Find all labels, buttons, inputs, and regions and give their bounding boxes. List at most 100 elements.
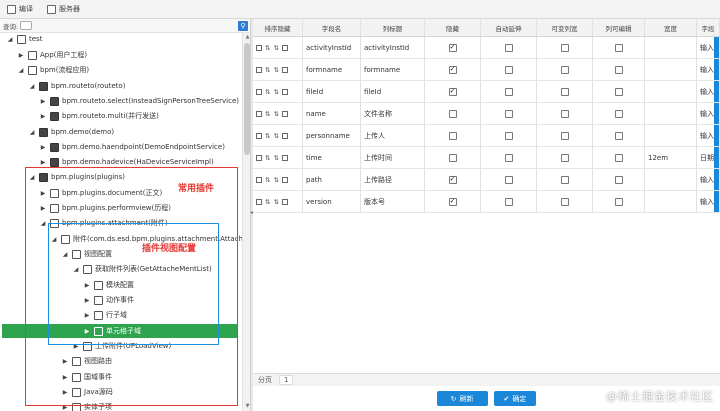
cell-auto-checkbox[interactable]	[481, 59, 537, 80]
checkbox-unchecked[interactable]	[614, 153, 623, 162]
cell-resize-checkbox[interactable]	[537, 147, 593, 168]
checkbox-checked[interactable]: ✓	[448, 87, 457, 96]
tree-node[interactable]: ▶ 实体子项	[0, 400, 112, 411]
cell-width[interactable]: 12em	[645, 147, 697, 168]
cell-field[interactable]: activityInstId	[303, 37, 361, 58]
checkbox-unchecked[interactable]	[560, 65, 569, 74]
caret-right-icon[interactable]: ▶	[39, 112, 47, 120]
move-down-icon[interactable]: ⇅	[273, 88, 278, 96]
checkbox-unchecked[interactable]	[614, 197, 623, 206]
cell-width[interactable]	[645, 191, 697, 212]
tree-node[interactable]: ▶ bpm.routeto.select(InsteadSignPersonTre…	[0, 94, 239, 108]
dropdown-icon[interactable]	[714, 191, 719, 212]
scroll-down-icon[interactable]: ▼	[244, 403, 250, 410]
cell-title[interactable]: 上传人	[361, 125, 425, 146]
row-hide-checkbox[interactable]	[281, 176, 288, 183]
cell-type-select[interactable]: 日期	[697, 147, 720, 168]
cell-resize-checkbox[interactable]	[537, 37, 593, 58]
tree-node[interactable]: ◢ 附件(com.ds.esd.bpm.plugins.attachment.At…	[0, 232, 250, 246]
move-down-icon[interactable]: ⇅	[273, 44, 278, 52]
cell-edit-checkbox[interactable]	[593, 169, 645, 190]
cell-width[interactable]	[645, 125, 697, 146]
checkbox-unchecked[interactable]	[560, 87, 569, 96]
cell-auto-checkbox[interactable]	[481, 37, 537, 58]
move-up-icon[interactable]: ⇅	[265, 110, 270, 118]
cell-edit-checkbox[interactable]	[593, 81, 645, 102]
col-header-width[interactable]: 宽度	[645, 19, 697, 36]
tree-node[interactable]: ◢ bpm(流程应用)	[0, 63, 89, 77]
server-button[interactable]: 服务器	[44, 2, 83, 16]
move-down-icon[interactable]: ⇅	[273, 132, 278, 140]
dropdown-icon[interactable]	[714, 59, 719, 80]
checkbox-unchecked[interactable]	[614, 109, 623, 118]
caret-right-icon[interactable]: ▶	[61, 403, 69, 411]
cell-type-select[interactable]: 输入	[697, 59, 720, 80]
caret-down-icon[interactable]: ◢	[17, 66, 25, 74]
cell-resize-checkbox[interactable]	[537, 191, 593, 212]
caret-right-icon[interactable]: ▶	[39, 158, 47, 166]
dropdown-icon[interactable]	[714, 169, 719, 190]
cell-field[interactable]: version	[303, 191, 361, 212]
checkbox-unchecked[interactable]	[504, 153, 513, 162]
caret-down-icon[interactable]: ◢	[61, 250, 69, 258]
page-number[interactable]: 1	[279, 375, 294, 385]
caret-right-icon[interactable]: ▶	[72, 342, 80, 350]
cell-hidden-checkbox[interactable]	[425, 103, 481, 124]
tree-node[interactable]: ◢ 视图配置	[0, 247, 112, 261]
checkbox-unchecked[interactable]	[560, 131, 569, 140]
cell-edit-checkbox[interactable]	[593, 125, 645, 146]
col-header-title[interactable]: 列标题	[361, 19, 425, 36]
grid-row[interactable]: ⇅ ⇅ personname 上传人 输入	[253, 125, 720, 147]
refresh-button[interactable]: ↻ 刷新	[436, 391, 488, 406]
move-up-icon[interactable]: ⇅	[265, 132, 270, 140]
row-sort-tools[interactable]: ⇅ ⇅	[253, 191, 303, 212]
caret-right-icon[interactable]: ▶	[83, 311, 91, 319]
confirm-button[interactable]: ✔ 确定	[493, 391, 537, 406]
cell-type-select[interactable]: 输入	[697, 125, 720, 146]
caret-down-icon[interactable]: ◢	[6, 35, 14, 43]
cell-field[interactable]: personname	[303, 125, 361, 146]
cell-field[interactable]: path	[303, 169, 361, 190]
col-header-hidden[interactable]: 隐藏	[425, 19, 481, 36]
cell-hidden-checkbox[interactable]: ✓	[425, 59, 481, 80]
row-hide-checkbox[interactable]	[281, 44, 288, 51]
row-sort-tools[interactable]: ⇅ ⇅	[253, 169, 303, 190]
row-hide-checkbox[interactable]	[281, 88, 288, 95]
cell-auto-checkbox[interactable]	[481, 125, 537, 146]
checkbox-unchecked[interactable]	[560, 43, 569, 52]
cell-width[interactable]	[645, 103, 697, 124]
cell-width[interactable]	[645, 59, 697, 80]
row-sort-tools[interactable]: ⇅ ⇅	[253, 59, 303, 80]
checkbox-unchecked[interactable]	[448, 153, 457, 162]
grid-row[interactable]: ⇅ ⇅ activityInstId activityInstId ✓ 输入	[253, 37, 720, 59]
row-hide-checkbox[interactable]	[281, 198, 288, 205]
row-sort-tools[interactable]: ⇅ ⇅	[253, 125, 303, 146]
cell-hidden-checkbox[interactable]: ✓	[425, 191, 481, 212]
cell-edit-checkbox[interactable]	[593, 191, 645, 212]
search-icon[interactable]: ⚲	[238, 21, 248, 31]
col-header-field[interactable]: 字段名	[303, 19, 361, 36]
row-select-checkbox[interactable]	[256, 176, 262, 183]
row-hide-checkbox[interactable]	[281, 66, 288, 73]
col-header-sort[interactable]: 排序 隐藏	[253, 19, 303, 36]
caret-right-icon[interactable]: ▶	[39, 143, 47, 151]
caret-right-icon[interactable]: ▶	[61, 357, 69, 365]
row-select-checkbox[interactable]	[256, 198, 262, 205]
checkbox-unchecked[interactable]	[614, 65, 623, 74]
move-down-icon[interactable]: ⇅	[273, 110, 278, 118]
cell-title[interactable]: formname	[361, 59, 425, 80]
cell-edit-checkbox[interactable]	[593, 103, 645, 124]
checkbox-unchecked[interactable]	[560, 175, 569, 184]
tree-node[interactable]: ◢ bpm.plugins.attachment(附件)	[0, 216, 168, 230]
move-up-icon[interactable]: ⇅	[265, 66, 270, 74]
tree-node[interactable]: ▶ bpm.demo.hadevice(HaDeviceServiceImpl)	[0, 155, 214, 169]
tree-node[interactable]: ◢ 获取附件列表(GetAttacheMentList)	[0, 262, 212, 276]
tree-node[interactable]: ▶ 上传附件(UPLoadView)	[0, 339, 171, 353]
row-sort-tools[interactable]: ⇅ ⇅	[253, 103, 303, 124]
checkbox-unchecked[interactable]	[504, 87, 513, 96]
checkbox-unchecked[interactable]	[504, 175, 513, 184]
scrollbar-thumb[interactable]	[244, 43, 250, 155]
col-header-type[interactable]: 字段	[697, 19, 720, 36]
grid-row[interactable]: ⇅ ⇅ path 上传路径 ✓ 输入	[253, 169, 720, 191]
checkbox-unchecked[interactable]	[560, 109, 569, 118]
